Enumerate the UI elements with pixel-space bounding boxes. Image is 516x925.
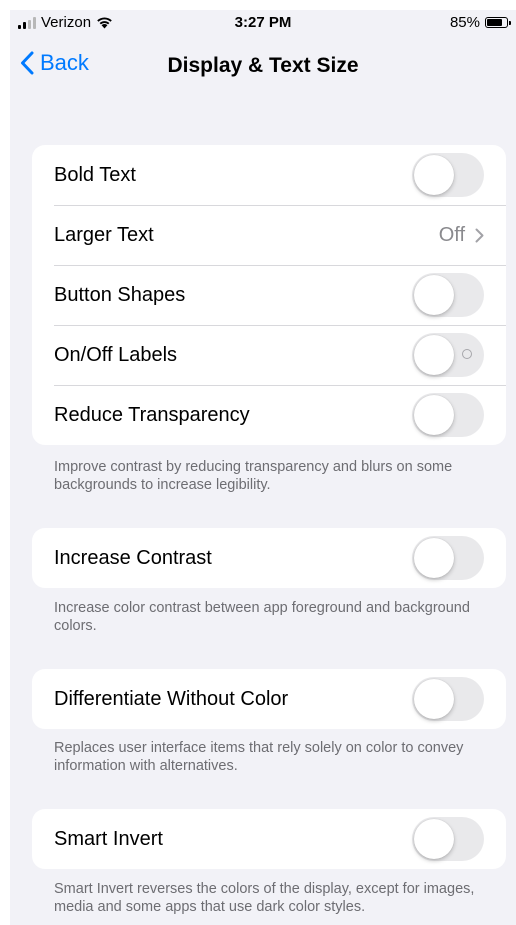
differentiate-without-color-toggle[interactable] [412, 677, 484, 721]
reduce-transparency-toggle[interactable] [412, 393, 484, 437]
toggle-knob [414, 275, 454, 315]
row-button-shapes: Button Shapes [32, 265, 506, 325]
toggle-knob [414, 155, 454, 195]
row-value: Off [438, 223, 465, 246]
row-label: On/Off Labels [54, 343, 178, 366]
row-label: Reduce Transparency [54, 403, 250, 426]
toggle-knob [414, 819, 454, 859]
increase-contrast-footer: Increase color contrast between app fore… [54, 600, 470, 634]
increase-contrast-toggle[interactable] [412, 536, 484, 580]
battery-percentage: 85% [449, 14, 480, 31]
chevron-right-icon [475, 228, 484, 242]
back-label: Back [40, 50, 89, 75]
smart-invert-toggle[interactable] [412, 817, 484, 861]
row-reduce-transparency: Reduce Transparency [32, 385, 506, 445]
toggle-knob [414, 538, 454, 578]
toggle-knob [414, 679, 454, 719]
status-right: 85% [449, 14, 511, 31]
contrast-group: Increase Contrast [32, 528, 506, 588]
row-differentiate-without-color: Differentiate Without Color [32, 669, 506, 729]
row-label: Bold Text [54, 163, 136, 186]
invert-group: Smart Invert [32, 809, 506, 869]
row-label: Increase Contrast [54, 546, 212, 569]
on-off-labels-toggle[interactable] [412, 333, 484, 377]
chevron-left-icon [21, 51, 34, 75]
button-shapes-toggle[interactable] [412, 273, 484, 317]
navigation-bar: Back Display & Text Size [10, 40, 516, 94]
row-label: Larger Text [54, 223, 154, 246]
larger-text-value: Off [439, 205, 484, 265]
text-settings-group: Bold Text Larger Text Off Button Shapes … [32, 145, 506, 445]
back-button[interactable]: Back [20, 50, 89, 76]
row-label: Button Shapes [54, 283, 186, 306]
toggle-knob [414, 395, 454, 435]
bold-text-toggle[interactable] [412, 153, 484, 197]
row-smart-invert: Smart Invert [32, 809, 506, 869]
battery-icon [485, 17, 511, 28]
color-group: Differentiate Without Color [32, 669, 506, 729]
row-label: Smart Invert [54, 827, 163, 850]
settings-screen: Verizon 3:27 PM 85% Back Display & Text … [10, 10, 516, 925]
reduce-transparency-footer: Improve contrast by reducing transparenc… [54, 459, 453, 493]
row-label: Differentiate Without Color [54, 687, 289, 710]
row-larger-text[interactable]: Larger Text Off [32, 205, 506, 265]
battery-level [487, 19, 502, 26]
row-bold-text: Bold Text [32, 145, 506, 205]
row-increase-contrast: Increase Contrast [32, 528, 506, 588]
off-label-ring-icon [462, 349, 472, 359]
smart-invert-footer: Smart Invert reverses the colors of the … [54, 881, 475, 915]
status-bar: Verizon 3:27 PM 85% [10, 10, 516, 36]
toggle-knob [414, 335, 454, 375]
status-time: 3:27 PM [234, 14, 292, 31]
row-on-off-labels: On/Off Labels [32, 325, 506, 385]
differentiate-without-color-footer: Replaces user interface items that rely … [54, 740, 464, 774]
